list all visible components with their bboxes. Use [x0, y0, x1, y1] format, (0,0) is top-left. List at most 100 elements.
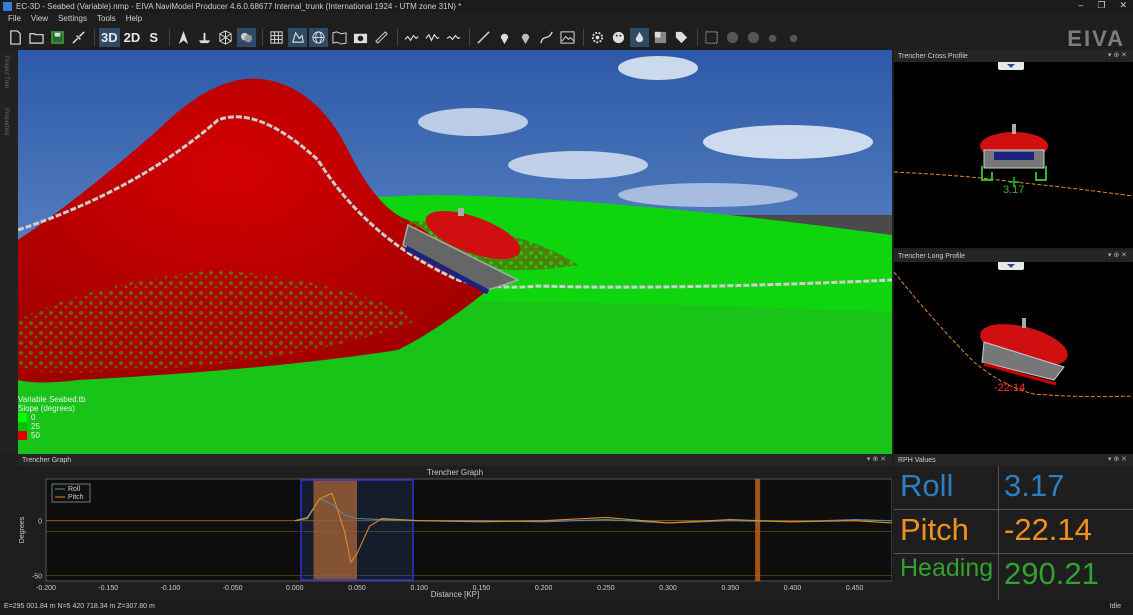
legend-label: 0: [31, 413, 36, 422]
rph-header: RPH Values ▾ ⊕ ✕: [894, 454, 1133, 466]
layers-icon[interactable]: [237, 28, 257, 47]
image-icon[interactable]: [558, 28, 577, 47]
long-profile-panel: Trencher Long Profile ▾ ⊕ ✕ -22.14: [894, 250, 1133, 454]
maximize-button[interactable]: ❐: [1097, 0, 1105, 11]
trencher-graph-chart[interactable]: 0 -50 -0.200 -0.150 -0.100 -0.050 0.000 0.050 0.…: [18, 466, 892, 600]
new-file-icon[interactable]: [6, 28, 25, 47]
rph-values-panel: RPH Values ▾ ⊕ ✕ Roll 3.17 Pitch -22.14 …: [894, 454, 1133, 600]
palette-icon[interactable]: [609, 28, 628, 47]
panel-controls[interactable]: ▾ ⊕ ✕: [867, 455, 886, 463]
3d-scene: [18, 50, 892, 454]
menu-help[interactable]: Help: [126, 14, 142, 23]
chevron-down-icon[interactable]: [998, 262, 1024, 270]
profile-tool-3-icon[interactable]: [444, 28, 463, 47]
trencher-graph-header: Trencher Graph ▾ ⊕ ✕: [18, 454, 892, 466]
drop-icon[interactable]: [630, 28, 650, 47]
roll-label: Roll: [900, 468, 954, 503]
highlight-marker: [755, 479, 761, 581]
3d-viewport[interactable]: [18, 50, 892, 454]
x-tick-label: 0.300: [659, 585, 677, 592]
x-tick-label: 0.050: [348, 585, 366, 592]
cross-profile-canvas[interactable]: 3.17: [894, 62, 1133, 248]
save-icon[interactable]: [48, 28, 67, 47]
x-tick-label: 0.450: [846, 585, 864, 592]
app-icon: [3, 1, 12, 11]
profile-tool-2-icon[interactable]: [423, 28, 442, 47]
coordinate-readout: E=295 001.84 m N=5 420 718.34 m Z=307.80…: [4, 603, 155, 610]
x-axis-label: Distance [KP]: [431, 590, 479, 599]
legend-label: 50: [31, 431, 40, 440]
ruler-icon[interactable]: [372, 28, 391, 47]
rph-row-pitch: Pitch -22.14: [894, 510, 1133, 554]
legend-title-1: Variable Seabed.tb: [18, 395, 86, 404]
view-s-button[interactable]: S: [144, 28, 163, 47]
cross-profile-title: Trencher Cross Profile: [898, 52, 968, 60]
view-2d-button[interactable]: 2D: [122, 28, 143, 47]
panel-controls[interactable]: ▾ ⊕ ✕: [1108, 455, 1127, 463]
grid-icon[interactable]: [267, 28, 286, 47]
y-tick-label: -50: [32, 574, 42, 581]
x-tick-label: 0.200: [535, 585, 553, 592]
x-tick-label: 0.350: [721, 585, 739, 592]
cross-profile-value: 3.17: [1003, 184, 1025, 196]
vessel-icon[interactable]: [195, 28, 214, 47]
long-profile-header: Trencher Long Profile ▾ ⊕ ✕: [894, 250, 1133, 262]
connect-icon[interactable]: [69, 28, 88, 47]
trencher-graph-panel: Trencher Graph ▾ ⊕ ✕ Trencher Graph 0 -50…: [18, 454, 892, 600]
shade-icon[interactable]: [651, 28, 670, 47]
status-state: Idle: [1109, 603, 1121, 610]
window-title: EC-3D - Seabed (Variable).nmp - EIVA Nav…: [16, 1, 462, 11]
toolbar: 3D 2D S: [0, 25, 1133, 50]
legend-roll: Roll: [68, 486, 81, 493]
rph-row-heading: Heading 290.21: [894, 554, 1133, 598]
properties-tab[interactable]: Properties: [3, 108, 9, 135]
selection-box: [300, 479, 414, 581]
panel-controls[interactable]: ▾ ⊕ ✕: [1108, 251, 1127, 259]
x-tick-label: -0.150: [98, 585, 118, 592]
line-tool-icon[interactable]: [474, 28, 493, 47]
map-icon[interactable]: [330, 28, 349, 47]
eiva-logo: EIVA: [1067, 26, 1125, 51]
x-tick-label: 0.100: [410, 585, 428, 592]
y-axis-label: Degrees: [19, 516, 26, 543]
view-3d-button[interactable]: 3D: [99, 28, 120, 47]
face-2-icon: [744, 28, 763, 47]
menu-file[interactable]: File: [8, 14, 21, 23]
legend-label: 25: [31, 422, 40, 431]
plot-area: [45, 478, 892, 582]
chevron-down-icon[interactable]: [998, 62, 1024, 70]
menu-view[interactable]: View: [31, 14, 48, 23]
box-3d-icon[interactable]: [216, 28, 235, 47]
shape-icon[interactable]: [288, 28, 308, 47]
menu-settings[interactable]: Settings: [58, 14, 87, 23]
panel-controls[interactable]: ▾ ⊕ ✕: [1108, 51, 1127, 59]
profile-tool-icon[interactable]: [402, 28, 421, 47]
x-tick-label: -0.050: [223, 585, 243, 592]
menu-tools[interactable]: Tools: [97, 14, 116, 23]
north-arrow-icon[interactable]: [174, 28, 193, 47]
cross-profile-header: Trencher Cross Profile ▾ ⊕ ✕: [894, 50, 1133, 62]
pin-icon[interactable]: [495, 28, 514, 47]
legend-swatch: [18, 413, 27, 422]
curve-tool-icon[interactable]: [537, 28, 556, 47]
globe-icon[interactable]: [309, 28, 329, 47]
settings-gear-icon[interactable]: [588, 28, 607, 47]
legend-swatch: [18, 422, 27, 431]
pin-edit-icon[interactable]: [516, 28, 535, 47]
legend-swatch: [18, 431, 27, 440]
title-bar: EC-3D - Seabed (Variable).nmp - EIVA Nav…: [0, 0, 1133, 12]
roll-value: 3.17: [1004, 468, 1065, 503]
rph-title: RPH Values: [898, 456, 936, 464]
open-folder-icon[interactable]: [27, 28, 46, 47]
minimize-button[interactable]: –: [1078, 0, 1083, 11]
close-button[interactable]: ✕: [1119, 0, 1127, 11]
camera-icon[interactable]: [351, 28, 370, 47]
x-tick-label: -0.200: [36, 585, 56, 592]
project-tree-tab[interactable]: Project Tree: [3, 56, 9, 88]
status-bar: E=295 001.84 m N=5 420 718.34 m Z=307.80…: [0, 600, 1133, 615]
x-tick-label: 0.250: [597, 585, 615, 592]
long-profile-canvas[interactable]: -22.14: [894, 262, 1133, 454]
tag-icon[interactable]: [672, 28, 691, 47]
pitch-label: Pitch: [900, 512, 969, 547]
dots-grid-icon[interactable]: [702, 28, 721, 47]
